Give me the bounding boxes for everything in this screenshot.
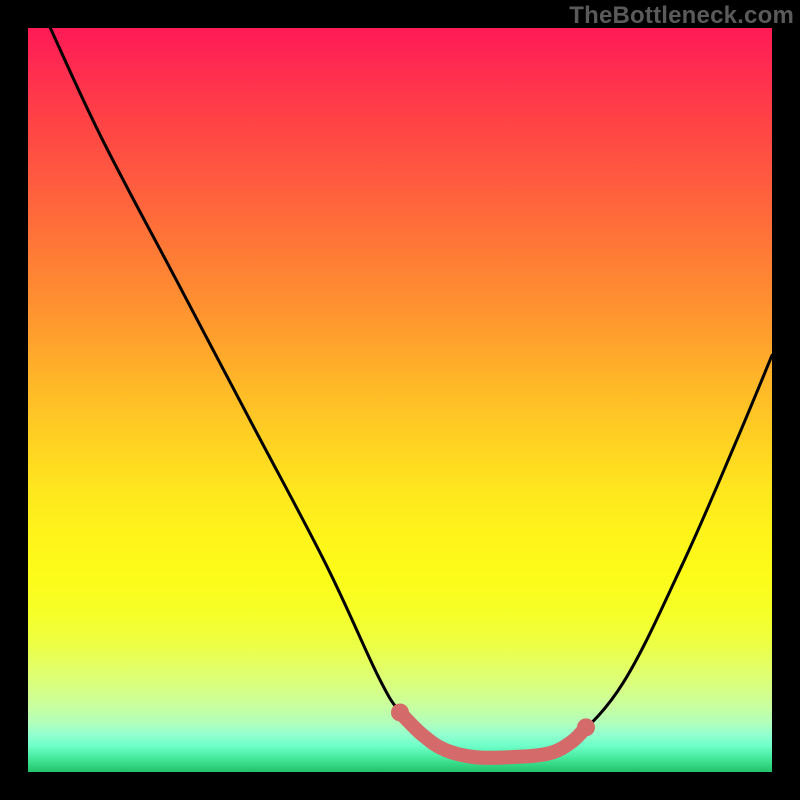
watermark-text: TheBottleneck.com bbox=[569, 2, 794, 30]
optimal-zone-path bbox=[400, 712, 586, 757]
chart-frame: TheBottleneck.com bbox=[0, 0, 800, 800]
chart-svg bbox=[28, 28, 772, 772]
bottleneck-curve-path bbox=[50, 28, 772, 758]
plot-area bbox=[28, 28, 772, 772]
optimal-zone-dot bbox=[577, 718, 595, 736]
optimal-zone-dot bbox=[391, 703, 409, 721]
